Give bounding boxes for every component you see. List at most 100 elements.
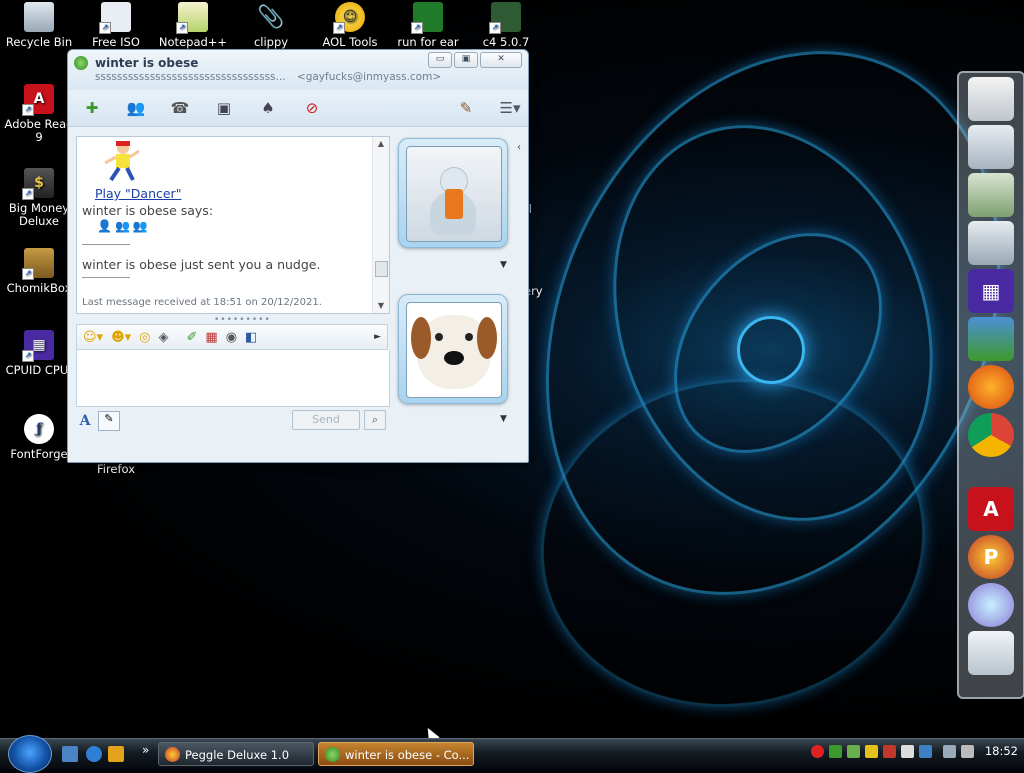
messenger-tray-icon[interactable] — [828, 744, 842, 758]
error-icon[interactable] — [810, 744, 824, 758]
desktop-icon-cpuid[interactable]: ▦ ↗ CPUID CPU- — [1, 330, 77, 377]
taskbar-button-peggle[interactable]: Peggle Deluxe 1.0 — [158, 742, 314, 766]
dock-recycle-bin-icon[interactable] — [968, 631, 1014, 675]
voice-clip-icon[interactable]: ◈ — [159, 330, 169, 345]
divider — [82, 244, 130, 245]
desktop-icon-firefox[interactable]: Firefox — [78, 463, 154, 476]
more-arrow-icon[interactable]: ► — [374, 332, 381, 342]
desktop-icon-recycle-bin[interactable]: Recycle Bin — [1, 2, 77, 49]
desktop-icon-label: run for ear — [397, 35, 459, 49]
recycle-bin-icon — [24, 2, 54, 32]
close-button[interactable]: ✕ — [480, 52, 522, 68]
dock-folder-icon[interactable] — [968, 125, 1014, 169]
emoticon-row: 👤 👥 👥 — [97, 219, 148, 233]
buddies-emoticon-icon: 👥 — [114, 219, 130, 233]
video-icon[interactable]: ▣ — [212, 97, 236, 119]
desktop-icon-label: Recycle Bin — [5, 35, 73, 49]
network-icon[interactable] — [942, 744, 956, 758]
last-message-timestamp: Last message received at 18:51 on 20/12/… — [82, 297, 322, 308]
start-button[interactable] — [8, 735, 52, 773]
clock[interactable]: 18:52 — [985, 744, 1018, 758]
history-scrollbar[interactable]: ▲ ▼ — [372, 137, 389, 313]
aol-smiley-icon: ☺ ↗ — [333, 2, 365, 34]
desktop-icon-free-iso[interactable]: ↗ Free ISO — [78, 2, 154, 49]
my-display-picture[interactable] — [398, 294, 508, 404]
dock-paint-icon[interactable] — [968, 583, 1014, 627]
dock-peggle-icon[interactable]: P — [968, 535, 1014, 579]
check-icon[interactable] — [846, 744, 860, 758]
picture-options-arrow-icon[interactable]: ▼ — [500, 414, 507, 424]
dock-firefox-icon[interactable] — [968, 365, 1014, 409]
window-titlebar[interactable]: winter is obese ssssssssssssssssssssssss… — [68, 50, 528, 90]
dock-messenger-icon[interactable] — [968, 317, 1014, 361]
desktop-icon-clippy[interactable]: 📎 clippy — [233, 2, 309, 49]
message-input[interactable] — [76, 350, 390, 407]
wink-menu-icon[interactable]: ☻▾ — [111, 330, 131, 345]
games-icon[interactable]: ♠ — [256, 97, 280, 119]
dock-monitor-icon[interactable] — [968, 77, 1014, 121]
paintbrush-icon[interactable]: ✎ — [454, 97, 478, 119]
taskbar-button-conversation[interactable]: winter is obese - Co... — [318, 742, 474, 766]
media-player-icon[interactable] — [108, 746, 124, 762]
block-icon[interactable]: ⊘ — [300, 97, 324, 119]
battery-icon[interactable] — [864, 744, 878, 758]
taskbar: » Peggle Deluxe 1.0 winter is obese - Co… — [0, 735, 1024, 773]
desktop-icon-aol-tools[interactable]: ☺ ↗ AOL Tools — [312, 2, 388, 49]
dock-folder-icon[interactable] — [968, 173, 1014, 217]
dock-adobe-reader-icon[interactable]: A — [968, 487, 1014, 531]
paperclip-icon: 📎 — [257, 4, 285, 30]
emoticon-menu-icon[interactable]: ☺▾ — [83, 330, 103, 345]
desktop-icon-adobe-reader[interactable]: A ↗ Adobe Read 9 — [1, 84, 77, 144]
volume-icon[interactable] — [960, 744, 974, 758]
tray-app-icon[interactable] — [918, 744, 932, 758]
monitor-icon[interactable] — [900, 744, 914, 758]
desktop-icon-big-money[interactable]: $ ↗ Big Money Deluxe — [1, 168, 77, 228]
messenger-conversation-window[interactable]: winter is obese ssssssssssssssssssssssss… — [67, 49, 529, 463]
call-icon[interactable]: ☎ — [168, 97, 192, 119]
nudge-icon[interactable]: ◎ — [139, 330, 150, 345]
dock-cpu-icon[interactable]: ▦ — [968, 269, 1014, 313]
dog-avatar — [406, 302, 502, 398]
messenger-icon — [325, 747, 340, 762]
scrollbar-thumb[interactable] — [375, 261, 388, 277]
desktop-icon-fontforge[interactable]: ƒ FontForge — [1, 414, 77, 461]
speaker-icon[interactable]: ◉ — [226, 330, 237, 345]
play-winks-link[interactable]: Play "Dancer" — [95, 186, 181, 201]
menu-icon[interactable]: ☰▾ — [498, 97, 522, 119]
dock-folder-icon[interactable] — [968, 221, 1014, 265]
font-icon[interactable]: A — [76, 412, 94, 430]
handwriting-icon[interactable]: ✎ — [98, 411, 120, 431]
desktop-icon-run-for-ear[interactable]: ↗ run for ear — [390, 2, 466, 49]
desktop-icon-label: CPUID CPU- — [5, 363, 73, 377]
contact-email: <gayfucks@inmyass.com> — [296, 71, 442, 83]
tray-app-icon[interactable] — [882, 744, 896, 758]
sharing-icon[interactable]: ◧ — [245, 330, 257, 345]
desktop-icon-notepad[interactable]: ↗ Notepad++ — [155, 2, 231, 49]
conversation-toolbar: ✚ 👥 ☎ ▣ ♠ ⊘ ✎ ☰▾ — [68, 90, 528, 127]
quicklaunch-chevron[interactable]: » — [142, 743, 149, 757]
background-grid-icon[interactable]: ▦ — [205, 330, 217, 345]
desktop-icon-c4[interactable]: ↗ c4 5.0.7 — [468, 2, 544, 49]
money-bag-icon: $ ↗ — [22, 168, 54, 200]
search-icon[interactable]: ⌕ — [364, 410, 386, 430]
show-desktop-icon[interactable] — [62, 746, 78, 762]
maximize-button[interactable]: ▣ — [454, 52, 478, 68]
desktop-icon-label: clippy — [253, 35, 289, 49]
send-button[interactable]: Send — [292, 410, 360, 430]
share-folder-icon[interactable]: 👥 — [124, 97, 148, 119]
scroll-down-arrow-icon[interactable]: ▼ — [373, 299, 389, 313]
scroll-up-arrow-icon[interactable]: ▲ — [373, 137, 389, 151]
desktop-icon-chomikbox[interactable]: ↗ ChomikBox — [1, 248, 77, 295]
internet-explorer-icon[interactable] — [86, 746, 102, 762]
system-tray: 18:52 — [810, 744, 1018, 758]
minimize-button[interactable]: ▭ — [428, 52, 452, 68]
invite-contact-icon[interactable]: ✚ — [80, 97, 104, 119]
biohazard-icon — [737, 316, 805, 384]
collapse-pane-icon[interactable]: ‹ — [517, 142, 521, 153]
ink-icon[interactable]: ✐ — [187, 330, 198, 345]
desktop-icon-label: Adobe Read 9 — [4, 117, 74, 144]
conversation-history[interactable]: Play "Dancer" winter is obese says: 👤 👥 … — [76, 136, 390, 314]
dock-chrome-icon[interactable] — [968, 413, 1014, 457]
contact-display-picture[interactable] — [398, 138, 508, 248]
picture-options-arrow-icon[interactable]: ▼ — [500, 260, 507, 270]
